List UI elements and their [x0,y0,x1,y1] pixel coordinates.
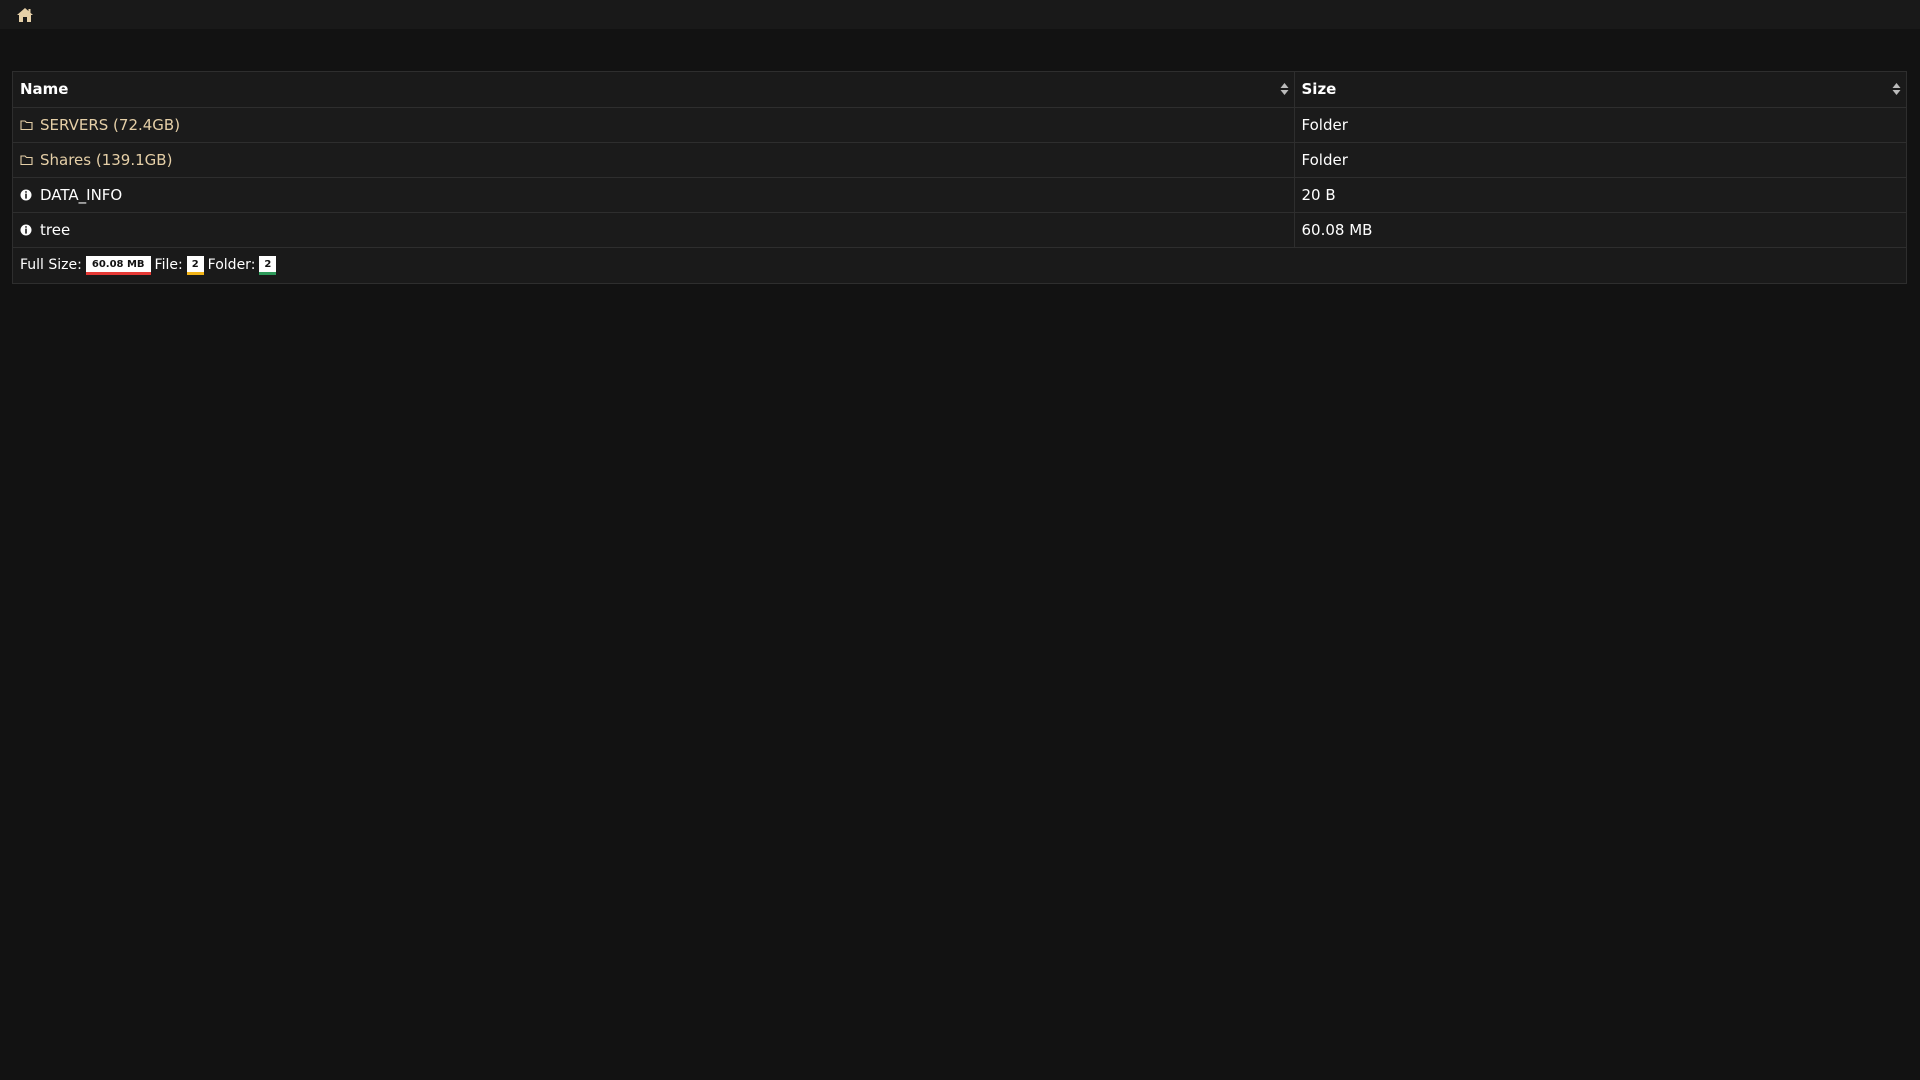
name-column-header[interactable]: Name [13,72,1295,108]
full-size-label: Full Size: [20,257,82,273]
folder-icon [20,119,33,130]
file-link[interactable]: tree [40,221,70,239]
size-cell: Folder [1294,107,1906,143]
sort-icon[interactable] [1892,82,1901,96]
folder-count-badge: 2 [259,255,277,275]
file-listing-panel: Name Size SERVERS (72.4GB) Folder Shares… [12,71,1907,284]
name-cell: DATA_INFO [13,177,1295,213]
full-size-badge: 60.08 MB [85,255,151,275]
info-icon [20,189,32,200]
size-cell: 60.08 MB [1294,212,1906,248]
size-header-label: Size [1301,80,1337,99]
name-header-label: Name [20,80,69,99]
sort-icon[interactable] [1280,82,1289,96]
table-row: DATA_INFO 20 B [13,177,1906,213]
top-navbar [0,0,1920,29]
file-link[interactable]: DATA_INFO [40,186,122,204]
folder-link[interactable]: SERVERS (72.4GB) [40,116,180,134]
table-header-row: Name Size [13,72,1906,108]
table-row: tree 60.08 MB [13,212,1906,248]
folder-count-label: Folder: [207,257,256,273]
home-icon[interactable] [16,7,34,23]
folder-icon [20,154,33,165]
name-cell: SERVERS (72.4GB) [13,107,1295,143]
name-cell: tree [13,212,1295,248]
table-row: Shares (139.1GB) Folder [13,142,1906,178]
info-icon [20,224,32,235]
folder-link[interactable]: Shares (139.1GB) [40,151,172,169]
size-cell: 20 B [1294,177,1906,213]
size-column-header[interactable]: Size [1294,72,1906,108]
size-cell: Folder [1294,142,1906,178]
file-count-badge: 2 [186,255,204,275]
file-count-label: File: [154,257,183,273]
name-cell: Shares (139.1GB) [13,142,1295,178]
file-table: Name Size SERVERS (72.4GB) Folder Shares… [13,72,1906,248]
summary-footer: Full Size: 60.08 MB File: 2 Folder: 2 [13,248,1906,283]
table-row: SERVERS (72.4GB) Folder [13,107,1906,143]
